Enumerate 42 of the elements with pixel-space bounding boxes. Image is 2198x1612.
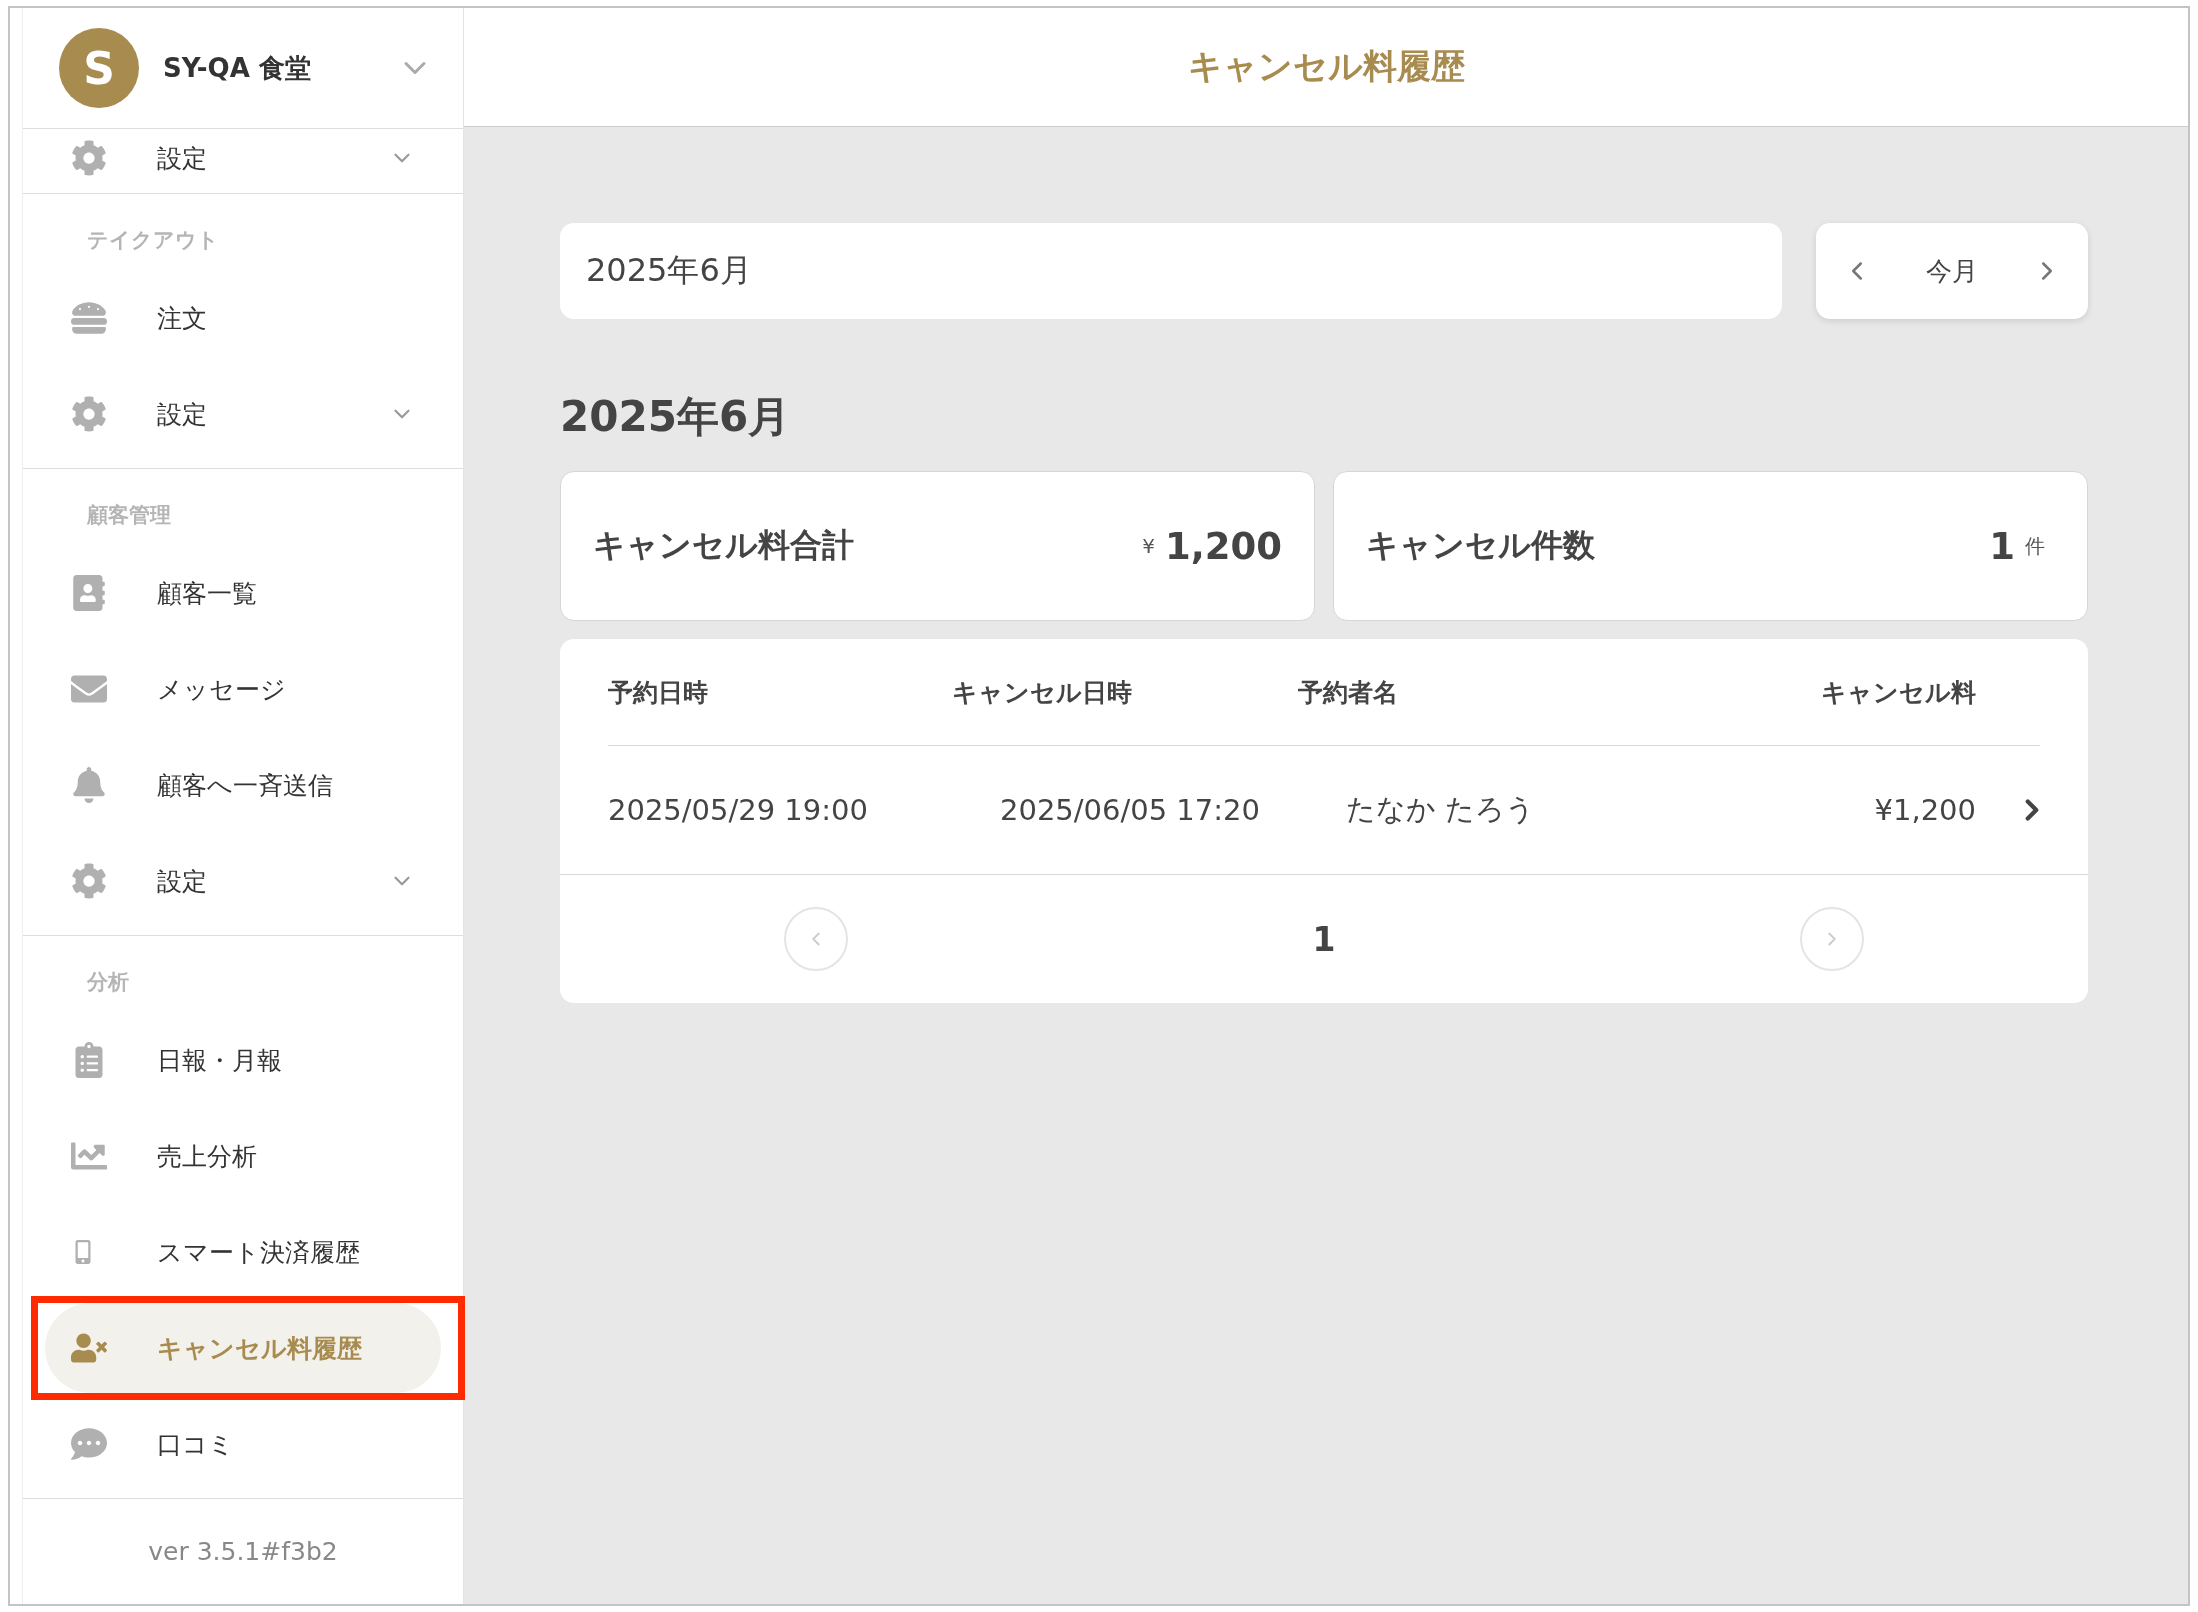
gear-icon <box>71 140 107 176</box>
month-heading: 2025年6月 <box>560 391 792 443</box>
column-header: キャンセル料 <box>1820 676 1976 709</box>
sidebar-item[interactable]: 売上分析 <box>45 1111 441 1201</box>
sidebar-item[interactable]: 設定 <box>45 369 441 459</box>
sidebar-item[interactable]: 日報・月報 <box>45 1015 441 1105</box>
version-text: ver 3.5.1#f3b2 <box>147 1536 339 1568</box>
current-month-button[interactable]: 今月 <box>1922 249 1982 293</box>
summary-value: 1,200 <box>1164 524 1282 568</box>
summary-label: キャンセル料合計 <box>593 525 855 566</box>
gear-icon <box>71 863 107 899</box>
section-heading: 分析 <box>85 969 130 996</box>
sidebar-item[interactable]: 設定 <box>45 836 441 926</box>
currency-unit: ¥ <box>1142 534 1155 558</box>
sidebar-item[interactable]: 設定 <box>45 113 441 203</box>
summary-value: 1 <box>1989 524 2015 568</box>
speech-bubble-icon <box>71 1426 107 1462</box>
gear-icon <box>71 396 107 432</box>
sidebar-item[interactable]: 注文 <box>45 273 441 363</box>
table-cell-text: たなか たろう <box>1346 791 1537 828</box>
sidebar-item[interactable]: 顧客一覧 <box>45 548 441 638</box>
column-header: キャンセル日時 <box>952 676 1133 709</box>
bell-icon <box>71 767 107 803</box>
month-field[interactable]: 2025年6月 <box>560 223 1782 319</box>
count-unit: 件 <box>2025 532 2045 560</box>
store-avatar: S <box>59 28 139 108</box>
page-title: キャンセル料履歴 <box>1187 45 1465 88</box>
contact-card-icon <box>71 575 107 611</box>
sidebar-item[interactable]: スマート決済履歴 <box>45 1207 441 1297</box>
summary-label: キャンセル件数 <box>1366 525 1596 566</box>
table-cell-text: 2025/06/05 17:20 <box>1000 793 1261 827</box>
section-heading: 顧客管理 <box>85 502 172 529</box>
table-cell-text: ¥1,200 <box>1873 793 1976 827</box>
column-header: 予約者名 <box>1298 676 1399 709</box>
page-number: 1 <box>1312 919 1336 959</box>
sidebar-item[interactable]: メッセージ <box>45 644 441 734</box>
table-cell-text: 2025/05/29 19:00 <box>608 793 869 827</box>
sidebar-item[interactable]: 顧客へ一斉送信 <box>45 740 441 830</box>
store-name: SY-QA 食堂 <box>163 51 312 85</box>
section-heading: テイクアウト <box>86 227 220 254</box>
column-header: 予約日時 <box>608 676 709 709</box>
sidebar-item[interactable]: 口コミ <box>45 1399 441 1489</box>
